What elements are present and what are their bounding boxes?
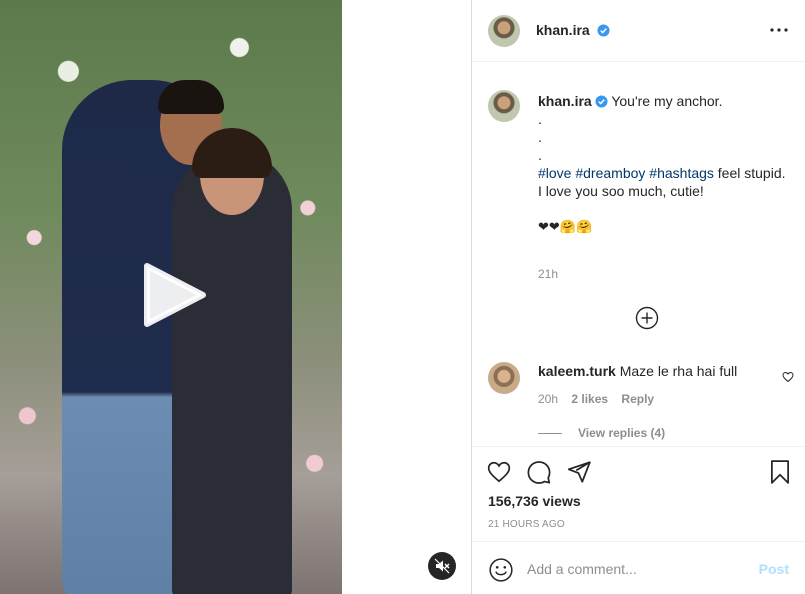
hashtag-link[interactable]: #hashtags [649,165,714,181]
heart-icon [487,461,511,483]
plus-circle-icon [635,306,659,330]
hashtag-link[interactable]: #dreamboy [575,165,645,181]
caption-text: khan.ira You're my anchor. . . . #love #… [538,92,788,236]
muted-speaker-icon [434,558,450,574]
replies-divider [538,432,562,434]
photo-person-right [172,150,292,594]
post-comment-button[interactable]: Post [759,561,789,577]
caption-emojis: ❤❤🤗🤗 [538,219,593,234]
comment-likes[interactable]: 2 likes [571,392,608,406]
comment-time[interactable]: 20h [538,392,558,406]
caption-line: You're my anchor. [611,93,723,109]
comment-meta: 20h 2 likes Reply [538,392,664,406]
mute-toggle-button[interactable] [428,552,456,580]
post-actions: 156,736 views 21 HOURS AGO [472,446,805,542]
load-more-comments-button[interactable] [635,306,659,330]
caption-line: feel stupid. [717,165,786,181]
caption-timestamp[interactable]: 21h [538,267,558,281]
emoji-icon [489,558,513,582]
like-comment-button[interactable] [782,370,794,383]
play-button[interactable] [141,262,207,328]
share-icon [567,461,591,483]
caption-line: . [538,129,542,145]
post-time-ago[interactable]: 21 HOURS AGO [488,519,565,530]
comment-line: kaleem.turk Maze le rha hai full [538,363,737,379]
reply-button[interactable]: Reply [621,392,654,406]
more-options-icon [770,28,788,32]
commenter-avatar[interactable] [488,362,520,394]
post-side-panel: khan.ira khan.ira You're my anchor. . . … [472,0,805,594]
comment-text: Maze le rha hai full [619,363,738,379]
comment-button[interactable] [526,459,552,485]
comment-icon [527,461,551,484]
caption-line: . [538,111,542,127]
author-username-text[interactable]: khan.ira [536,22,590,38]
comment-composer: Post [472,541,805,594]
emoji-picker-button[interactable] [488,557,514,583]
views-count[interactable]: 156,736 views [488,493,581,509]
caption-line: I love you soo much, cutie! [538,183,704,199]
media-panel [0,0,472,594]
view-replies-label[interactable]: View replies (4) [578,426,665,440]
verified-badge-icon [595,95,608,108]
save-button[interactable] [767,459,793,485]
play-icon [144,263,206,327]
verified-badge-icon [597,24,610,37]
more-options-button[interactable] [767,20,791,40]
caption-line: . [538,147,542,163]
hashtag-link[interactable]: #love [538,165,571,181]
commenter-username[interactable]: kaleem.turk [538,363,616,379]
author-avatar[interactable] [488,15,520,47]
photo-person-left-hair [158,80,224,114]
caption-author-username[interactable]: khan.ira [538,93,592,109]
caption-author-avatar[interactable] [488,90,520,122]
bookmark-icon [771,460,789,484]
heart-icon [782,371,794,383]
author-username[interactable]: khan.ira [536,22,610,38]
view-replies-button[interactable]: View replies (4) [538,426,665,440]
share-button[interactable] [566,459,592,485]
post-header: khan.ira [472,0,805,62]
like-button[interactable] [486,459,512,485]
comment-input[interactable] [527,556,747,582]
